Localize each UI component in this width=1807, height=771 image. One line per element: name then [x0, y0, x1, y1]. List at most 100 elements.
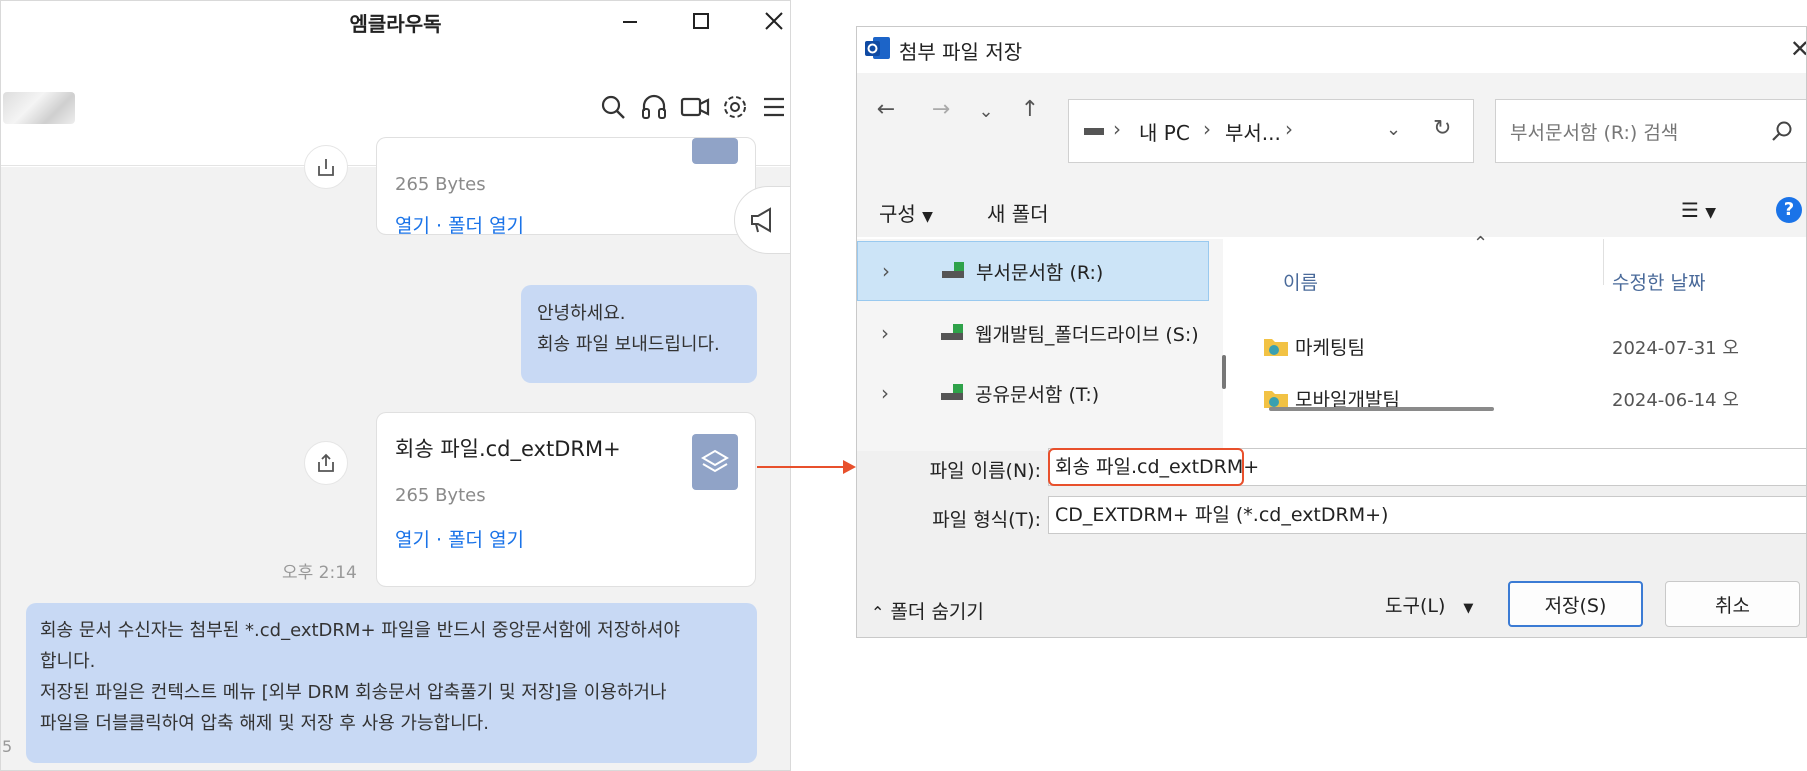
expand-chevron-icon[interactable]: ›	[882, 259, 904, 283]
file-row[interactable]: 모바일개발팀 2024-06-14 오	[1239, 373, 1806, 423]
expand-chevron-icon[interactable]: ›	[881, 381, 903, 405]
filetype-select[interactable]: CD_EXTDRM+ 파일 (*.cd_extDRM+)	[1048, 496, 1806, 534]
connector-arrow-head	[843, 460, 856, 474]
navigation-tree: › 부서문서함 (R:) › 웹개발팀_폴더드라이브 (S:) › 공유문서함 …	[857, 239, 1223, 451]
menu-icon[interactable]	[762, 93, 790, 121]
breadcrumb-separator: ›	[1203, 117, 1211, 141]
minimize-icon[interactable]	[616, 7, 644, 35]
view-options-icon[interactable]: ☰ ▼	[1681, 198, 1716, 222]
organize-label: 구성	[879, 202, 916, 226]
search-input[interactable]: 부서문서함 (R:) 검색	[1495, 99, 1806, 163]
share-button[interactable]	[304, 441, 348, 485]
network-drive-icon	[941, 324, 963, 340]
open-file-link[interactable]: 열기 · 폴더 열기	[395, 211, 524, 238]
tree-item-web-team-drive[interactable]: › 웹개발팀_폴더드라이브 (S:)	[857, 303, 1209, 363]
file-card[interactable]: 회송 파일.cd_extDRM+ 265 Bytes 열기 · 폴더 열기	[376, 412, 756, 587]
hide-folders-toggle[interactable]: ⌃ 폴더 숨기기	[871, 597, 984, 624]
network-drive-icon	[942, 262, 964, 278]
organize-menu[interactable]: 구성 ▼	[879, 198, 933, 227]
video-icon[interactable]	[680, 93, 710, 121]
back-arrow-icon[interactable]: ←	[871, 97, 901, 122]
maximize-icon[interactable]	[687, 7, 715, 35]
column-header-modified[interactable]: 수정한 날짜	[1612, 268, 1705, 295]
refresh-icon[interactable]: ↻	[1433, 116, 1451, 141]
message-text: 회송 문서 수신자는 첨부된 *.cd_extDRM+ 파일을 반드시 중앙문서…	[40, 620, 680, 641]
horizontal-scrollbar[interactable]	[1269, 407, 1494, 411]
pane-splitter[interactable]	[1222, 355, 1226, 389]
message-bubble-notice: 회송 문서 수신자는 첨부된 *.cd_extDRM+ 파일을 반드시 중앙문서…	[26, 603, 757, 763]
filename-label: 파일 이름(N):	[929, 460, 1041, 482]
hide-folders-label: 폴더 숨기기	[890, 601, 984, 623]
file-card-previous[interactable]: 265 Bytes 열기 · 폴더 열기	[376, 137, 756, 238]
new-folder-button[interactable]: 새 폴더	[987, 198, 1049, 227]
expand-chevron-icon[interactable]: ›	[881, 321, 903, 345]
breadcrumb-separator: ›	[1285, 117, 1293, 141]
forward-arrow-icon[interactable]: →	[926, 97, 956, 122]
drive-icon	[1084, 128, 1104, 135]
dialog-close-icon[interactable]: ✕	[1790, 35, 1806, 63]
gear-icon[interactable]	[721, 93, 749, 121]
file-name: 회송 파일.cd_extDRM+	[395, 437, 621, 461]
message-text: 파일을 더블클릭하여 압축 해제 및 저장 후 사용 가능합니다.	[40, 713, 489, 734]
avatar[interactable]	[3, 92, 75, 124]
file-date: 2024-07-31 오	[1612, 338, 1739, 359]
headset-icon[interactable]	[640, 93, 668, 121]
share-button[interactable]	[304, 145, 348, 189]
save-button[interactable]: 저장(S)	[1508, 581, 1643, 627]
open-file-link[interactable]: 열기 · 폴더 열기	[395, 525, 524, 552]
save-attachment-dialog: 첨부 파일 저장 ✕ ← → ⌄ ↑ › 내 PC › 부서... › ⌄ ↻ …	[856, 26, 1807, 638]
connector-arrow-line	[757, 466, 845, 468]
sort-up-icon: ⌃	[1473, 233, 1489, 254]
file-date: 2024-06-14 오	[1612, 390, 1739, 411]
column-header-name[interactable]: 이름	[1283, 268, 1318, 295]
file-row[interactable]: 마케팅팀 2024-07-31 오	[1239, 321, 1806, 371]
tools-label: 도구(L)	[1385, 595, 1446, 617]
message-text: 안녕하세요.	[537, 303, 626, 324]
address-bar[interactable]: › 내 PC › 부서... › ⌄ ↻	[1068, 99, 1474, 163]
dialog-titlebar: 첨부 파일 저장 ✕	[857, 27, 1806, 73]
search-icon[interactable]	[599, 93, 627, 121]
message-text: 합니다.	[40, 651, 96, 672]
breadcrumb-folder[interactable]: 부서...	[1225, 117, 1281, 146]
search-placeholder: 부서문서함 (R:) 검색	[1510, 122, 1679, 144]
close-icon[interactable]	[760, 7, 788, 35]
chat-title: 엠클라우독	[349, 12, 442, 36]
breadcrumb-my-pc[interactable]: 내 PC	[1139, 117, 1190, 146]
network-drive-icon	[941, 384, 963, 400]
file-name: 마케팅팀	[1295, 337, 1365, 359]
cancel-button[interactable]: 취소	[1665, 581, 1800, 627]
message-bubble-greeting: 안녕하세요. 회송 파일 보내드립니다.	[521, 285, 757, 383]
column-divider	[1603, 239, 1604, 285]
dialog-title: 첨부 파일 저장	[899, 40, 1023, 64]
chat-titlebar: 엠클라우독	[1, 1, 790, 41]
caret-down-icon: ▼	[922, 209, 933, 225]
help-icon[interactable]: ?	[1776, 197, 1802, 223]
chat-window: 엠클라우독 265 Bytes 열기 · 폴더 열기 안녕하세요. 회송 파일 …	[0, 0, 791, 771]
tree-item-department-docs[interactable]: › 부서문서함 (R:)	[857, 241, 1209, 301]
tree-item-label: 부서문서함 (R:)	[976, 261, 1104, 284]
up-arrow-icon[interactable]: ↑	[1015, 97, 1045, 122]
megaphone-icon[interactable]	[734, 186, 790, 254]
sync-folder-icon	[1264, 391, 1288, 408]
file-size: 265 Bytes	[395, 174, 486, 195]
tools-menu[interactable]: 도구(L) ▼	[1385, 591, 1473, 618]
tree-item-label: 웹개발팀_폴더드라이브 (S:)	[975, 323, 1199, 346]
recent-locations-chevron-icon[interactable]: ⌄	[971, 101, 1001, 122]
address-dropdown-icon[interactable]: ⌄	[1386, 119, 1401, 140]
message-text: 저장된 파일은 컨텍스트 메뉴 [외부 DRM 회송문서 압축풀기 및 저장]을…	[40, 682, 667, 703]
tree-item-shared-docs[interactable]: › 공유문서함 (T:)	[857, 363, 1209, 423]
layers-icon	[692, 434, 738, 490]
file-size: 265 Bytes	[395, 485, 486, 506]
partial-timestamp: 5	[2, 737, 13, 756]
caret-down-icon: ▼	[1463, 601, 1474, 616]
breadcrumb-separator: ›	[1113, 117, 1121, 141]
filename-highlight-box	[1048, 448, 1244, 486]
chevron-up-icon: ⌃	[871, 603, 885, 622]
search-icon	[1772, 121, 1792, 141]
message-text: 회송 파일 보내드립니다.	[537, 334, 720, 355]
tree-item-label: 공유문서함 (T:)	[975, 383, 1100, 406]
file-type-icon	[692, 138, 738, 164]
outlook-icon	[865, 34, 891, 62]
message-timestamp: 오후 2:14	[282, 563, 357, 583]
file-list: ⌃ 이름 수정한 날짜 마케팅팀 2024-07-31 오 모바일개발팀 202…	[1239, 233, 1806, 451]
